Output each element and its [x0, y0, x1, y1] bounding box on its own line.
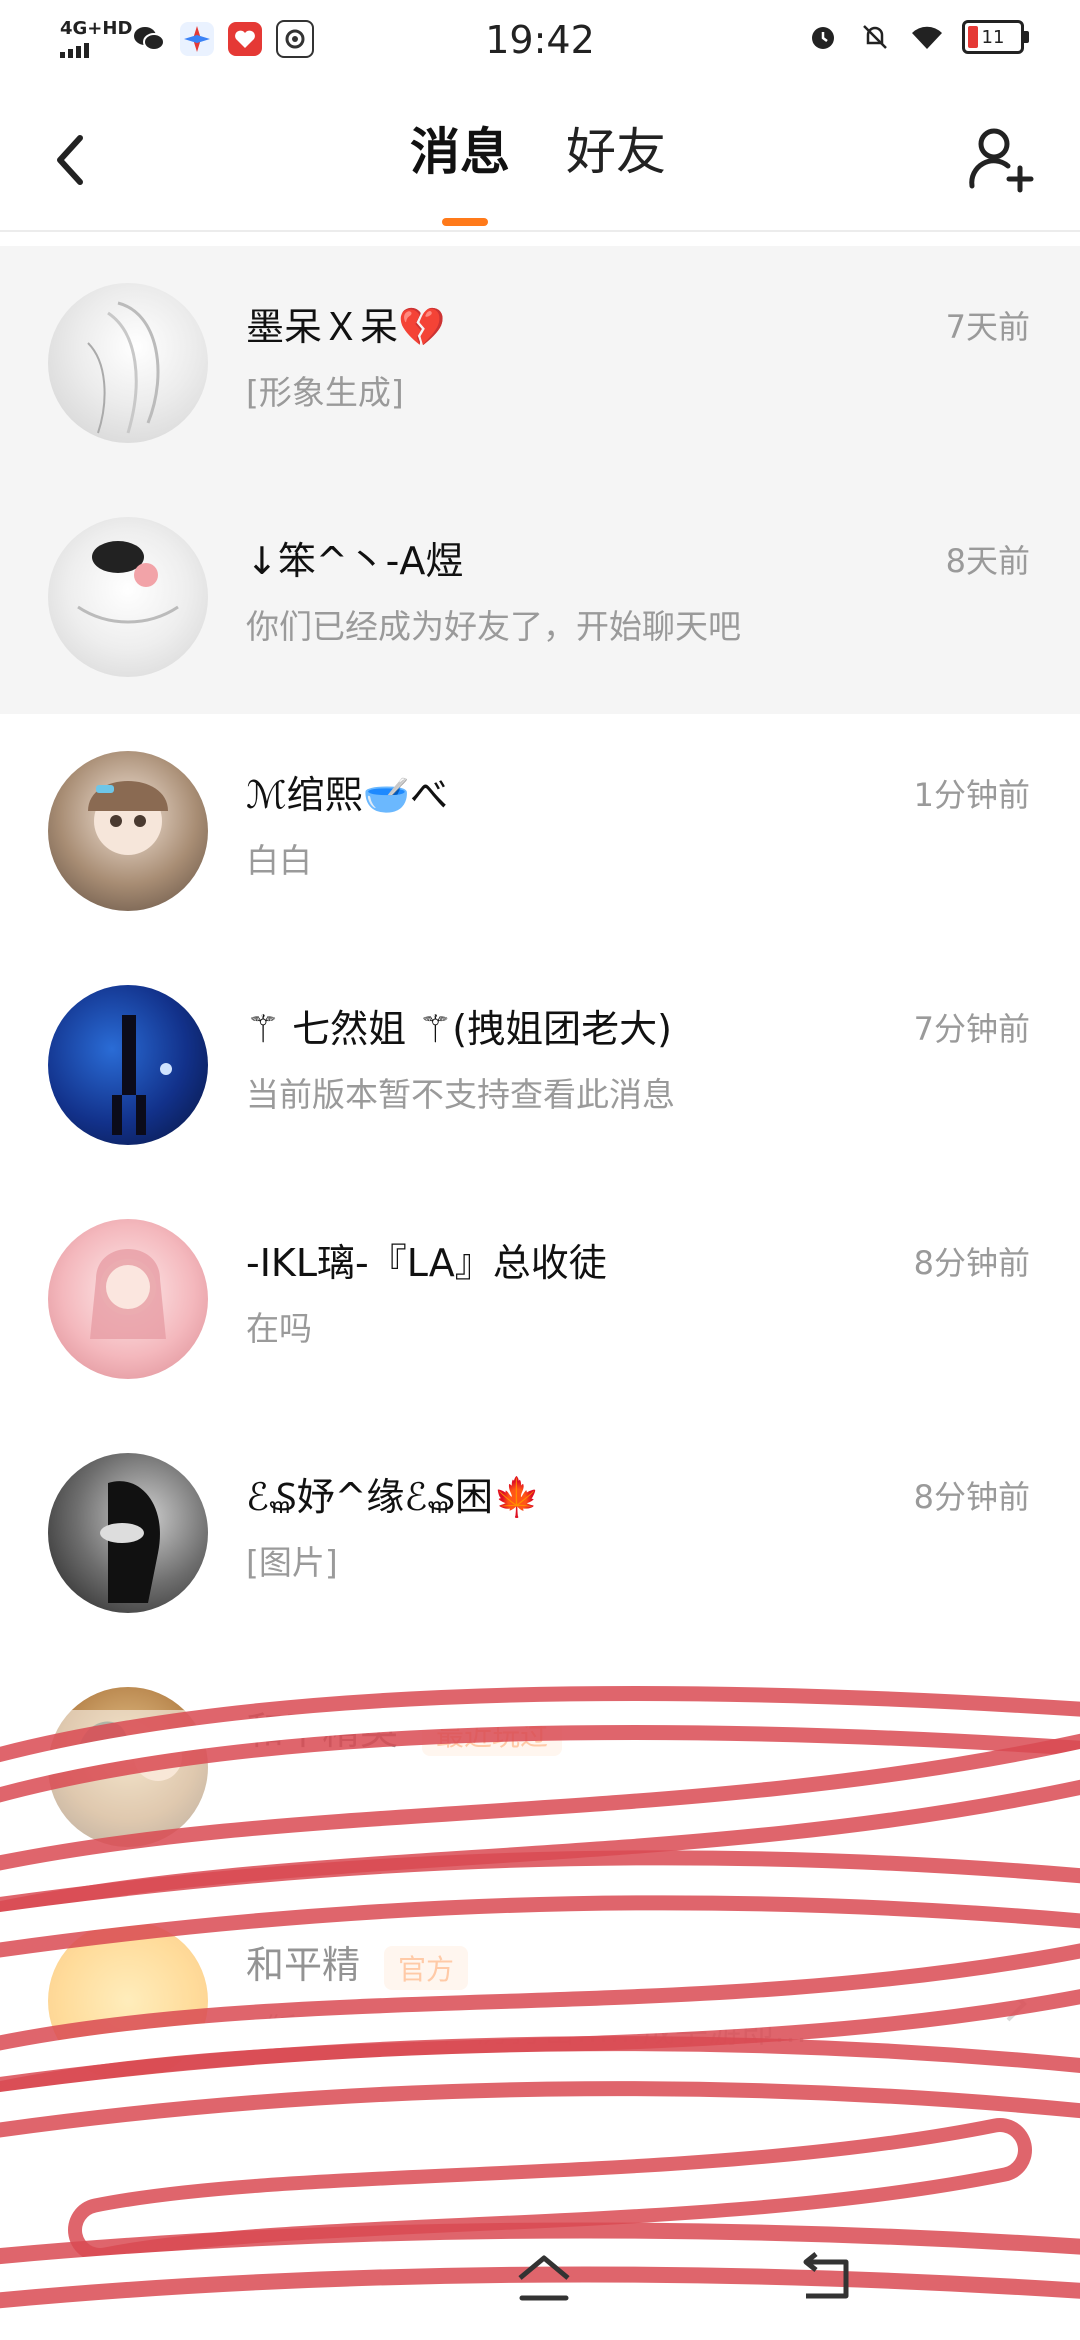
conversation-item[interactable]: 墨呆Ｘ呆💔 [形象生成] 7天前: [0, 246, 1080, 480]
add-user-icon: [969, 128, 1034, 193]
message-preview: 《和平精英》严厉打击……成手游即…: [246, 2011, 807, 2050]
home-button[interactable]: [512, 2250, 576, 2310]
back-button[interactable]: [46, 124, 106, 194]
status-bar: 4G+HD 19:42 11: [0, 0, 1080, 84]
mute-icon: [858, 20, 892, 54]
message-preview: 你们已经成为好友了，开始聊天吧: [246, 607, 741, 646]
conversation-item[interactable]: -IKL璃-『LA』总收徒 在吗 8分钟前: [0, 1182, 1080, 1416]
message-time: 7分钟前: [913, 1010, 1030, 1048]
avatar: [48, 1921, 208, 2081]
top-bar: 消息 好友: [0, 84, 1080, 232]
avatar: [48, 1453, 208, 1613]
broken-heart-icon: 💔: [398, 305, 446, 349]
message-time: 1分钟前: [913, 776, 1030, 814]
home-icon: [518, 2255, 570, 2301]
contact-name: -IKL璃-『LA』总收徒: [246, 1241, 607, 1285]
message-time: 8分钟前: [913, 1478, 1030, 1516]
conversation-list: 墨呆Ｘ呆💔 [形象生成] 7天前 ↓笨^丶-A煜 你们已经成为好友了，开始聊天吧…: [0, 246, 1080, 2118]
alarm-icon: [806, 20, 840, 54]
system-back-button[interactable]: [796, 2252, 860, 2306]
avatar: [48, 985, 208, 1145]
system-nav-bar: [0, 2240, 1080, 2340]
conversation-item[interactable]: 和平精 官方 《和平精英》严厉打击……成手游即…: [0, 1884, 1080, 2118]
battery-indicator: 11: [962, 20, 1029, 54]
status-right: 11: [806, 20, 1029, 54]
tab-friends[interactable]: 好友: [566, 120, 666, 184]
message-preview: [形象生成]: [246, 373, 404, 412]
avatar: [48, 1219, 208, 1379]
avatar: [48, 751, 208, 911]
contact-name: ℳ绾熙🥣べ: [246, 773, 448, 817]
tab-messages[interactable]: 消息: [410, 120, 510, 184]
chevron-right-icon: [1006, 1986, 1027, 2022]
message-time: 8天前: [945, 542, 1030, 580]
official-badge: 官方: [384, 1945, 469, 1990]
message-preview: 白白: [246, 841, 312, 880]
contact-name: 和平精 官方: [246, 1934, 469, 1990]
contact-name: ⚚ 七然姐 ⚚(拽姐团老大): [246, 1007, 672, 1051]
conversation-item[interactable]: ℳ绾熙🥣べ 白白 1分钟前: [0, 714, 1080, 948]
message-time: 7天前: [945, 308, 1030, 346]
wifi-icon: [910, 20, 944, 54]
avatar: [48, 1687, 208, 1847]
contact-name: 和平精英 最近玩过: [246, 1700, 563, 1756]
maple-leaf-icon: 🍁: [493, 1475, 541, 1519]
avatar: [48, 517, 208, 677]
contact-name: ↓笨^丶-A煜: [246, 539, 464, 583]
add-friend-button[interactable]: [964, 120, 1040, 196]
message-preview: [图片]: [246, 1543, 338, 1582]
battery-level: 11: [981, 26, 1005, 48]
tab-indicator: [442, 218, 488, 226]
conversation-item[interactable]: ↓笨^丶-A煜 你们已经成为好友了，开始聊天吧 8天前: [0, 480, 1080, 714]
message-preview: 在吗: [246, 1309, 312, 1348]
bowl-icon: 🥣: [362, 773, 410, 817]
conversation-item[interactable]: ⚚ 七然姐 ⚚(拽姐团老大) 当前版本暂不支持查看此消息 7分钟前: [0, 948, 1080, 1182]
conversation-item[interactable]: 和平精英 最近玩过: [0, 1650, 1080, 1884]
conversation-item[interactable]: ℰ₷妤^缘ℰ₷困🍁 [图片] 8分钟前: [0, 1416, 1080, 1650]
message-preview: 当前版本暂不支持查看此消息: [246, 1075, 675, 1114]
contact-name: ℰ₷妤^缘ℰ₷困🍁: [246, 1475, 541, 1519]
chevron-left-icon: [57, 135, 83, 185]
contact-name: 墨呆Ｘ呆💔: [246, 305, 446, 349]
avatar: [48, 283, 208, 443]
recently-played-badge: 最近玩过: [422, 1711, 563, 1756]
back-arrow-icon: [803, 2252, 849, 2299]
message-time: 8分钟前: [913, 1244, 1030, 1282]
